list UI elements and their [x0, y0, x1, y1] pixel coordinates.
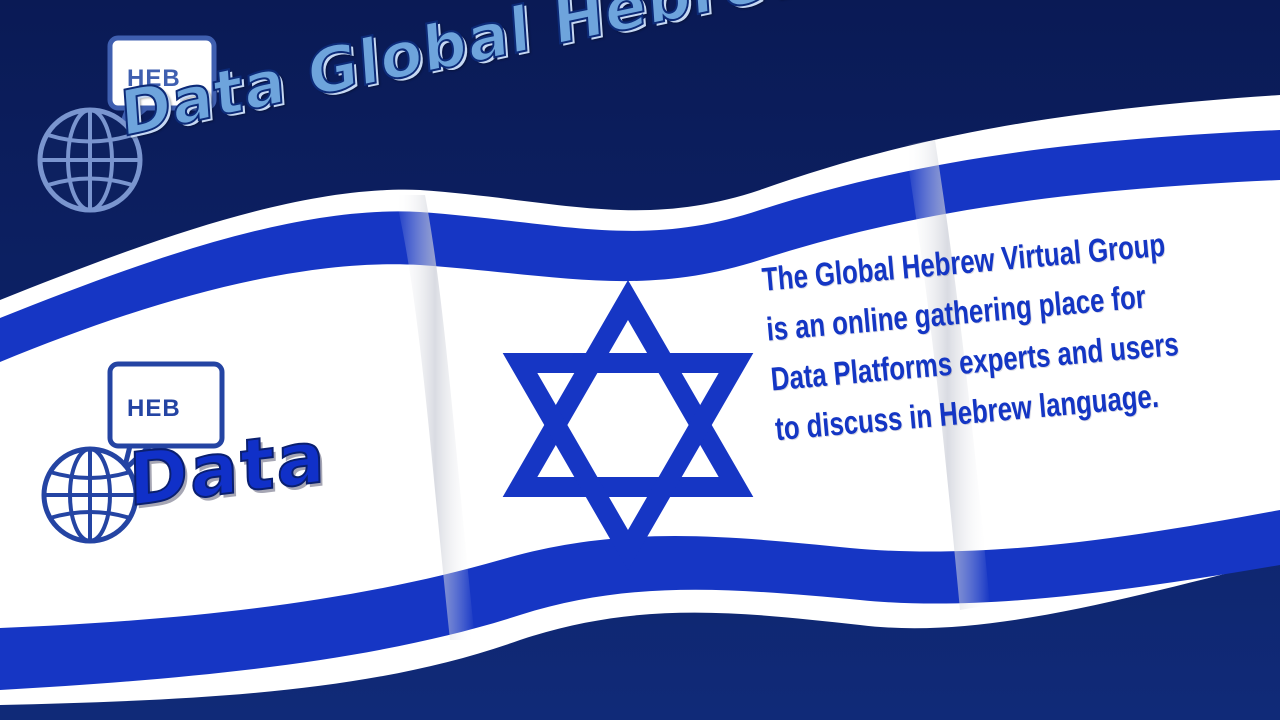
description: The Global Hebrew Virtual Group is an on… [760, 220, 1181, 454]
slide: HEB Data Global Hebrew HEB Data The Glob… [0, 0, 1280, 720]
badge-label: HEB [127, 395, 181, 422]
